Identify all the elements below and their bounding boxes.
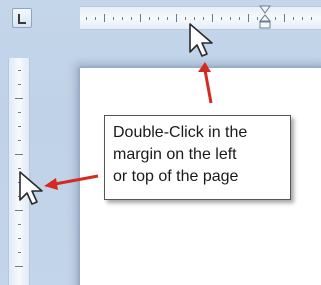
left-tab-icon (18, 14, 26, 24)
ruler-tick (18, 70, 21, 71)
ruler-tick (149, 17, 150, 20)
ruler-tick (15, 98, 23, 99)
ruler-tick (95, 17, 96, 20)
ruler-tick (18, 182, 21, 183)
vertical-ruler[interactable] (8, 58, 30, 285)
ruler-tick (15, 210, 23, 211)
ruler-tick (194, 17, 195, 20)
ruler-tick (311, 17, 312, 20)
hourglass-indent-marker-icon[interactable] (258, 4, 272, 30)
instruction-callout: Double-Click in the margin on the left o… (104, 115, 291, 200)
ruler-tick (176, 14, 177, 22)
ruler-tick (18, 126, 21, 127)
tab-selector-button[interactable] (12, 8, 32, 28)
ruler-tick (18, 252, 21, 253)
ruler-tick (18, 140, 21, 141)
ruler-tick (248, 14, 249, 22)
ruler-tick (18, 112, 21, 113)
ruler-tick (221, 17, 222, 20)
ruler-tick (18, 168, 21, 169)
callout-line-2: margin on the left (113, 146, 237, 163)
ruler-tick (18, 84, 21, 85)
ruler-tick (230, 17, 231, 20)
ruler-tick (212, 14, 213, 22)
ruler-tick (131, 17, 132, 20)
ruler-tick (293, 17, 294, 20)
callout-line-3: or top of the page (113, 168, 239, 185)
ruler-tick (113, 17, 114, 20)
ruler-tick (18, 238, 21, 239)
word-window: Double-Click in the margin on the left o… (0, 0, 321, 285)
callout-line-1: Double-Click in the (113, 124, 248, 141)
ruler-tick (302, 17, 303, 20)
ruler-tick (284, 14, 285, 22)
ruler-tick (158, 17, 159, 20)
ruler-tick (185, 17, 186, 20)
ruler-tick (86, 17, 87, 20)
ruler-tick (15, 266, 23, 267)
ruler-tick (18, 196, 21, 197)
ruler-tick (122, 17, 123, 20)
ruler-tick (140, 14, 141, 22)
ruler-tick (18, 224, 21, 225)
ruler-tick (167, 17, 168, 20)
horizontal-ruler[interactable] (80, 6, 321, 30)
ruler-tick (104, 14, 105, 22)
ruler-tick (203, 17, 204, 20)
ruler-tick (239, 17, 240, 20)
ruler-tick (15, 154, 23, 155)
ruler-tick (275, 17, 276, 20)
